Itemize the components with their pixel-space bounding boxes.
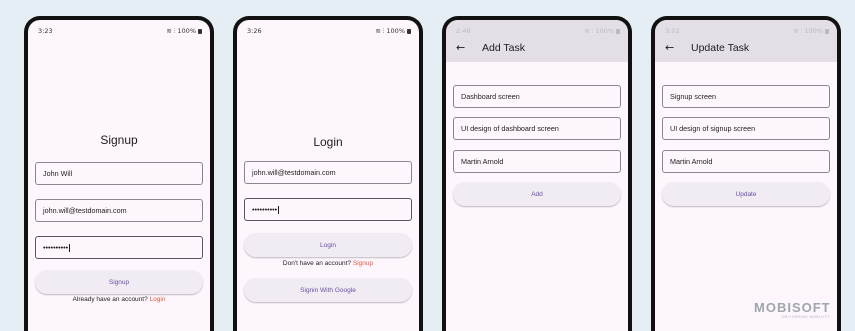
- signal-icon: ⫶: [591, 26, 594, 35]
- task-title-field[interactable]: Dashboard screen: [453, 85, 621, 108]
- assignee-field[interactable]: Martin Arnold: [662, 150, 830, 173]
- status-time: 3:02: [665, 27, 680, 35]
- brand-tagline: DELIVERING MOBILITY: [782, 315, 831, 319]
- status-bar: 3:26 ≋ ⫶ 100%: [247, 26, 411, 36]
- task-description-field[interactable]: UI design of dashboard screen: [453, 117, 621, 140]
- showcase-card: 3:23 ≋ ⫶ 100% Signup John Will john.will…: [0, 0, 855, 331]
- task-title-value: Dashboard screen: [461, 92, 520, 101]
- password-value: ••••••••••: [43, 243, 69, 252]
- login-prompt-text: Already have an account?: [72, 296, 148, 303]
- signup-link[interactable]: Signup: [353, 260, 373, 267]
- battery-icon: [825, 28, 829, 34]
- password-field[interactable]: ••••••••••: [244, 198, 412, 221]
- phone-login: 3:26 ≋ ⫶ 100% Login john.will@testdomain…: [233, 16, 423, 331]
- signup-prompt-text: Don't have an account?: [282, 260, 352, 267]
- task-title-field[interactable]: Signup screen: [662, 85, 830, 108]
- signal-icon: ⫶: [173, 26, 176, 35]
- name-value: John Will: [43, 169, 73, 178]
- page-title: Update Task: [691, 42, 750, 54]
- status-time: 2:46: [456, 27, 471, 35]
- email-field[interactable]: john.will@testdomain.com: [244, 161, 412, 184]
- signal-icon: ⫶: [800, 26, 803, 35]
- phone-add-task: 2:46 ≋ ⫶ 100% ← Add Task Dashboard scree…: [442, 16, 632, 331]
- add-button[interactable]: Add: [453, 182, 621, 206]
- add-task-screen: 2:46 ≋ ⫶ 100% ← Add Task Dashboard scree…: [446, 20, 628, 331]
- task-description-field[interactable]: UI design of signup screen: [662, 117, 830, 140]
- app-bar: 2:46 ≋ ⫶ 100% ← Add Task: [446, 20, 628, 62]
- signup-screen: 3:23 ≋ ⫶ 100% Signup John Will john.will…: [28, 20, 210, 331]
- battery-level: 100%: [804, 27, 823, 35]
- google-signin-button[interactable]: Signin With Google: [244, 278, 412, 302]
- password-field[interactable]: ••••••••••: [35, 236, 203, 259]
- wifi-icon: ≋: [166, 27, 172, 35]
- wifi-icon: ≋: [793, 27, 799, 35]
- wifi-icon: ≋: [375, 27, 381, 35]
- brand-logo: MOBISOFT: [754, 300, 831, 315]
- page-title: Add Task: [482, 42, 525, 54]
- login-button[interactable]: Login: [244, 233, 412, 257]
- status-time: 3:26: [247, 27, 262, 35]
- assignee-value: Martin Arnold: [461, 157, 504, 166]
- update-task-screen: 3:02 ≋ ⫶ 100% ← Update Task Signup scree…: [655, 20, 837, 331]
- login-prompt: Already have an account? Login: [28, 296, 210, 303]
- task-description-value: UI design of signup screen: [670, 124, 756, 133]
- status-bar: 3:02 ≋ ⫶ 100%: [665, 26, 829, 36]
- update-button[interactable]: Update: [662, 182, 830, 206]
- battery-icon: [198, 28, 202, 34]
- task-description-value: UI design of dashboard screen: [461, 124, 559, 133]
- page-title: Login: [313, 135, 343, 149]
- status-bar: 3:23 ≋ ⫶ 100%: [38, 26, 202, 36]
- signup-button[interactable]: Signup: [35, 270, 203, 294]
- name-field[interactable]: John Will: [35, 162, 203, 185]
- battery-level: 100%: [177, 27, 196, 35]
- page-title: Signup: [100, 133, 138, 147]
- battery-icon: [407, 28, 411, 34]
- task-title-value: Signup screen: [670, 92, 716, 101]
- assignee-field[interactable]: Martin Arnold: [453, 150, 621, 173]
- email-value: john.will@testdomain.com: [252, 168, 336, 177]
- text-caret: [278, 205, 279, 214]
- email-value: john.will@testdomain.com: [43, 206, 127, 215]
- wifi-icon: ≋: [584, 27, 590, 35]
- password-value: ••••••••••: [252, 205, 278, 214]
- assignee-value: Martin Arnold: [670, 157, 713, 166]
- arrow-left-icon[interactable]: ←: [456, 42, 465, 53]
- text-caret: [69, 243, 70, 252]
- email-field[interactable]: john.will@testdomain.com: [35, 199, 203, 222]
- battery-level: 100%: [386, 27, 405, 35]
- app-bar: 3:02 ≋ ⫶ 100% ← Update Task: [655, 20, 837, 62]
- login-link[interactable]: Login: [150, 296, 166, 303]
- battery-level: 100%: [595, 27, 614, 35]
- signal-icon: ⫶: [382, 26, 385, 35]
- status-time: 3:23: [38, 27, 53, 35]
- status-bar: 2:46 ≋ ⫶ 100%: [456, 26, 620, 36]
- login-screen: 3:26 ≋ ⫶ 100% Login john.will@testdomain…: [237, 20, 419, 331]
- signup-prompt: Don't have an account? Signup: [237, 260, 419, 267]
- phone-signup: 3:23 ≋ ⫶ 100% Signup John Will john.will…: [24, 16, 214, 331]
- battery-icon: [616, 28, 620, 34]
- arrow-left-icon[interactable]: ←: [665, 42, 674, 53]
- phone-update-task: 3:02 ≋ ⫶ 100% ← Update Task Signup scree…: [651, 16, 841, 331]
